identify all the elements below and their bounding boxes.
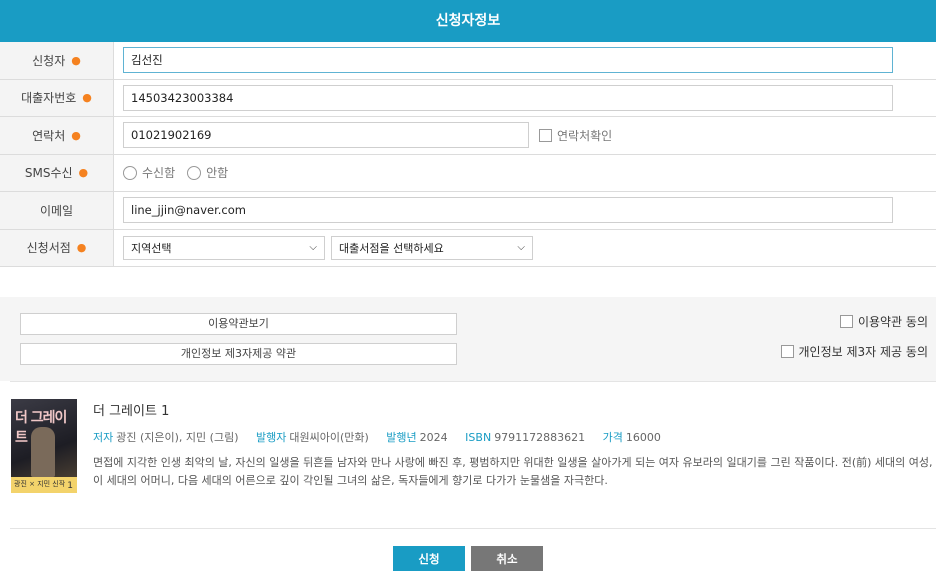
checkbox-icon xyxy=(539,128,552,142)
required-mark: ● xyxy=(76,241,87,255)
required-mark: ● xyxy=(71,53,81,67)
chevron-down-icon: ⌵ xyxy=(309,242,317,254)
row-sms: SMS수신 ● 수신함 안함 xyxy=(0,154,936,192)
radio-icon xyxy=(187,165,202,180)
submit-button[interactable]: 신청 xyxy=(393,546,465,571)
year-value: 2024 xyxy=(419,431,448,444)
applicant-name-input[interactable] xyxy=(123,47,893,74)
row-email: 이메일 xyxy=(0,192,936,230)
cover-band-text: 광진 × 지민 신작 xyxy=(14,480,66,488)
terms-section: 이용약관보기 개인정보 제3자제공 약관 이용약관 동의 개인정보 제3자 제공… xyxy=(0,297,936,381)
row-card-number: 대출자번호 ● xyxy=(0,79,936,117)
price-key: 가격 xyxy=(602,431,623,444)
store-label: 신청서점 ● xyxy=(0,229,114,266)
checkbox-icon xyxy=(780,345,794,358)
contact-label: 연락처 ● xyxy=(0,117,114,154)
book-title: 더 그레이트 1 xyxy=(93,404,170,419)
cancel-button[interactable]: 취소 xyxy=(471,546,543,571)
book-cover: 더 그레이트 광진 × 지민 신작 1 xyxy=(11,399,77,493)
agree-privacy-checkbox[interactable]: 개인정보 제3자 제공 동의 xyxy=(780,343,928,360)
chevron-down-icon: ⌵ xyxy=(517,242,525,254)
card-number-input[interactable] xyxy=(123,84,893,111)
applicant-label: 신청자 ● xyxy=(0,42,114,79)
region-select[interactable]: 지역선택 ⌵ xyxy=(123,235,325,260)
book-info: 더 그레이트 광진 × 지민 신작 1 더 그레이트 1 저자 광진 (지은이),… xyxy=(10,381,936,529)
sms-no-radio[interactable]: 안함 xyxy=(187,164,228,181)
required-mark: ● xyxy=(71,128,81,142)
privacy-terms-button[interactable]: 개인정보 제3자제공 약관 xyxy=(20,343,457,365)
book-meta: 저자 광진 (지은이), 지민 (그림) 발행자 대원씨아이(만화) 발행년 2024… xyxy=(93,429,675,445)
row-applicant: 신청자 ● xyxy=(0,42,936,80)
email-input[interactable] xyxy=(123,197,893,224)
page-title: 신청자정보 xyxy=(435,13,501,29)
action-buttons: 신청 취소 xyxy=(0,546,936,571)
publisher-value: 대원씨아이(만화) xyxy=(289,431,369,444)
card-number-label: 대출자번호 ● xyxy=(0,79,114,116)
agree-terms-checkbox[interactable]: 이용약관 동의 xyxy=(839,313,928,330)
checkbox-icon xyxy=(839,315,853,328)
cover-number: 1 xyxy=(67,481,73,491)
page-header: 신청자정보 xyxy=(0,0,936,42)
contact-confirm-checkbox[interactable]: 연락처확인 xyxy=(539,127,612,144)
applicant-form: 신청자● 대출자번호● 연락처● 연락처확인 SMS수신● 수신함 안함 이메일… xyxy=(0,42,936,267)
isbn-value: 9791172883621 xyxy=(494,431,586,444)
radio-icon xyxy=(123,165,137,180)
view-terms-button[interactable]: 이용약관보기 xyxy=(20,313,457,335)
sms-label: SMS수신 ● xyxy=(0,154,114,191)
author-value: 광진 (지은이), 지민 (그림) xyxy=(116,431,239,444)
row-contact: 연락처● 연락처확인 xyxy=(0,117,936,155)
store-select[interactable]: 대출서점을 선택하세요 ⌵ xyxy=(331,235,533,260)
sms-yes-radio[interactable]: 수신함 xyxy=(123,164,175,181)
publisher-key: 발행자 xyxy=(255,431,287,444)
isbn-key: ISBN xyxy=(465,431,492,444)
required-mark: ● xyxy=(82,91,92,105)
email-label: 이메일 xyxy=(0,192,114,229)
cover-figure xyxy=(31,427,55,477)
row-store: 신청서점 ● 지역선택 ⌵ 대출서점을 선택하세요 ⌵ xyxy=(0,229,936,267)
book-description: 면접에 지각한 인생 최악의 날, 자신의 일생을 뒤흔들 남자와 만나 사랑에… xyxy=(93,456,933,487)
year-key: 발행년 xyxy=(386,431,417,444)
price-value: 16000 xyxy=(625,431,661,444)
required-mark: ● xyxy=(78,166,89,180)
author-key: 저자 xyxy=(93,431,114,444)
phone-input[interactable] xyxy=(123,122,529,149)
